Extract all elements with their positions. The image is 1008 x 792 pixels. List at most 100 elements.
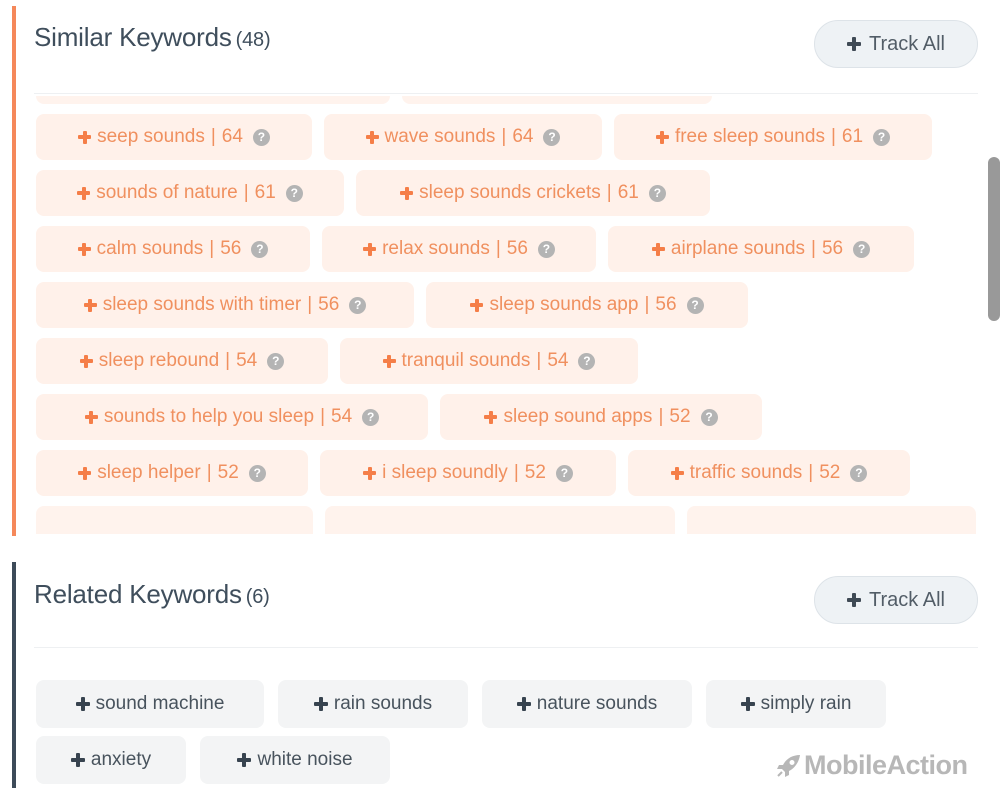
keyword-term: sleep sounds app bbox=[489, 294, 639, 315]
keyword-chip[interactable]: calm sounds | 56? bbox=[36, 226, 310, 272]
help-icon[interactable]: ? bbox=[578, 352, 596, 370]
keyword-chip-partial[interactable] bbox=[324, 506, 676, 534]
keyword-separator: | bbox=[811, 238, 816, 259]
keyword-chip[interactable]: airplane sounds | 56? bbox=[608, 226, 914, 272]
plus-icon bbox=[655, 130, 669, 144]
help-icon[interactable]: ? bbox=[267, 352, 285, 370]
brand-logo: MobileAction bbox=[776, 750, 968, 781]
related-keyword-chip[interactable]: simply rain bbox=[706, 680, 886, 728]
keyword-term: anxiety bbox=[90, 749, 152, 770]
similar-keywords-scroll-area[interactable]: seep sounds | 64? wave sounds | 64? free sleep… bbox=[34, 96, 984, 534]
plus-icon bbox=[365, 130, 379, 144]
related-keyword-chip[interactable]: rain sounds bbox=[278, 680, 468, 728]
chip-row: sleep rebound | 54? tranquil sounds | 54? bbox=[36, 338, 976, 384]
related-track-all-button[interactable]: Track All bbox=[814, 576, 978, 624]
help-icon[interactable]: ? bbox=[543, 128, 561, 146]
keyword-chip[interactable]: sleep sounds crickets | 61? bbox=[356, 170, 710, 216]
keyword-separator: | bbox=[644, 294, 650, 315]
keyword-score: 56 bbox=[506, 238, 528, 259]
keyword-score: 61 bbox=[617, 182, 639, 203]
keyword-score: 56 bbox=[655, 294, 677, 315]
related-keyword-chip[interactable]: nature sounds bbox=[482, 680, 692, 728]
keyword-term: sleep sound apps bbox=[503, 406, 653, 427]
plus-icon bbox=[382, 354, 396, 368]
help-icon[interactable]: ? bbox=[285, 184, 303, 202]
keyword-chip-partial[interactable] bbox=[687, 506, 976, 534]
chip-row: seep sounds | 64? wave sounds | 64? free sleep… bbox=[36, 114, 976, 160]
plus-icon bbox=[77, 186, 91, 200]
similar-track-all-button[interactable]: Track All bbox=[814, 20, 978, 68]
keyword-chip[interactable]: sleep sound apps | 52? bbox=[440, 394, 762, 440]
keyword-term: sleep rebound bbox=[98, 350, 220, 371]
keyword-separator: | bbox=[320, 406, 325, 427]
related-title: Related Keywords (6) bbox=[34, 579, 270, 610]
chip-row: sound machine rain sounds nature sounds sim… bbox=[36, 680, 936, 728]
plus-icon bbox=[237, 753, 252, 767]
help-icon[interactable]: ? bbox=[248, 464, 266, 482]
keyword-separator: | bbox=[808, 462, 814, 483]
help-icon[interactable]: ? bbox=[873, 128, 891, 146]
related-title-text: Related Keywords bbox=[34, 579, 242, 609]
keyword-score: 54 bbox=[547, 350, 569, 371]
help-icon[interactable]: ? bbox=[853, 240, 871, 258]
keyword-chip[interactable]: sounds of nature | 61? bbox=[36, 170, 344, 216]
keyword-separator: | bbox=[536, 350, 542, 371]
plus-icon bbox=[77, 242, 91, 256]
keyword-chip-partial[interactable] bbox=[36, 506, 313, 534]
keyword-chip[interactable]: traffic sounds | 52? bbox=[628, 450, 910, 496]
plus-icon bbox=[75, 697, 90, 711]
keyword-term: rain sounds bbox=[333, 693, 433, 714]
keyword-chip[interactable]: wave sounds | 64? bbox=[324, 114, 602, 160]
related-keyword-chip[interactable]: white noise bbox=[200, 736, 390, 784]
chip-row: sleep sounds with timer | 56? sleep sounds … bbox=[36, 282, 976, 328]
keyword-chip-partial[interactable] bbox=[36, 96, 390, 104]
chip-row: sounds of nature | 61? sleep sounds cricket… bbox=[36, 170, 976, 216]
plus-icon bbox=[470, 298, 484, 312]
chip-row-partial-bottom bbox=[36, 506, 976, 534]
help-icon[interactable]: ? bbox=[349, 296, 367, 314]
keyword-chip[interactable]: sleep rebound | 54? bbox=[36, 338, 328, 384]
help-icon[interactable]: ? bbox=[700, 408, 718, 426]
keyword-chip[interactable]: sleep sounds with timer | 56? bbox=[36, 282, 414, 328]
keyword-chip[interactable]: free sleep sounds | 61? bbox=[614, 114, 932, 160]
keyword-chip[interactable]: sleep helper | 52? bbox=[36, 450, 308, 496]
help-icon[interactable]: ? bbox=[251, 240, 269, 258]
plus-icon bbox=[70, 753, 85, 767]
help-icon[interactable]: ? bbox=[686, 296, 704, 314]
keyword-separator: | bbox=[513, 462, 519, 483]
track-all-label: Track All bbox=[869, 32, 945, 55]
help-icon[interactable]: ? bbox=[537, 240, 555, 258]
keyword-score: 54 bbox=[331, 406, 353, 427]
keyword-score: 64 bbox=[512, 126, 534, 147]
help-icon[interactable]: ? bbox=[648, 184, 666, 202]
help-icon[interactable]: ? bbox=[850, 464, 868, 482]
similar-keywords-list: seep sounds | 64? wave sounds | 64? free sleep… bbox=[36, 96, 976, 534]
keyword-chip[interactable]: seep sounds | 64? bbox=[36, 114, 312, 160]
keyword-term: tranquil sounds bbox=[401, 350, 531, 371]
similar-accent-bar bbox=[12, 6, 16, 536]
keyword-term: free sleep sounds bbox=[674, 126, 825, 147]
similar-title: Similar Keywords (48) bbox=[34, 22, 271, 53]
related-keyword-chip[interactable]: anxiety bbox=[36, 736, 186, 784]
keyword-score: 61 bbox=[841, 126, 864, 147]
keyword-chip[interactable]: i sleep soundly | 52? bbox=[320, 450, 616, 496]
help-icon[interactable]: ? bbox=[555, 464, 573, 482]
keyword-chip[interactable]: tranquil sounds | 54? bbox=[340, 338, 638, 384]
related-keyword-chip[interactable]: sound machine bbox=[36, 680, 264, 728]
keyword-score: 56 bbox=[821, 238, 844, 259]
keyword-term: traffic sounds bbox=[689, 462, 803, 483]
similar-count: (48) bbox=[235, 29, 271, 51]
keyword-chip-partial[interactable] bbox=[402, 96, 712, 104]
help-icon[interactable]: ? bbox=[252, 128, 270, 146]
keyword-separator: | bbox=[606, 182, 612, 203]
keyword-term: sleep sounds crickets bbox=[419, 182, 601, 203]
keyword-chip[interactable]: sounds to help you sleep | 54? bbox=[36, 394, 428, 440]
help-icon[interactable]: ? bbox=[362, 408, 380, 426]
similar-keywords-section: Similar Keywords (48) Track All seep soun… bbox=[0, 0, 1008, 536]
keyword-chip[interactable]: sleep sounds app | 56? bbox=[426, 282, 748, 328]
plus-icon bbox=[847, 37, 862, 51]
similar-scrollbar-thumb[interactable] bbox=[988, 157, 1000, 321]
plus-icon bbox=[400, 186, 414, 200]
keyword-term: sleep sounds with timer bbox=[102, 294, 302, 315]
keyword-chip[interactable]: relax sounds | 56? bbox=[322, 226, 596, 272]
